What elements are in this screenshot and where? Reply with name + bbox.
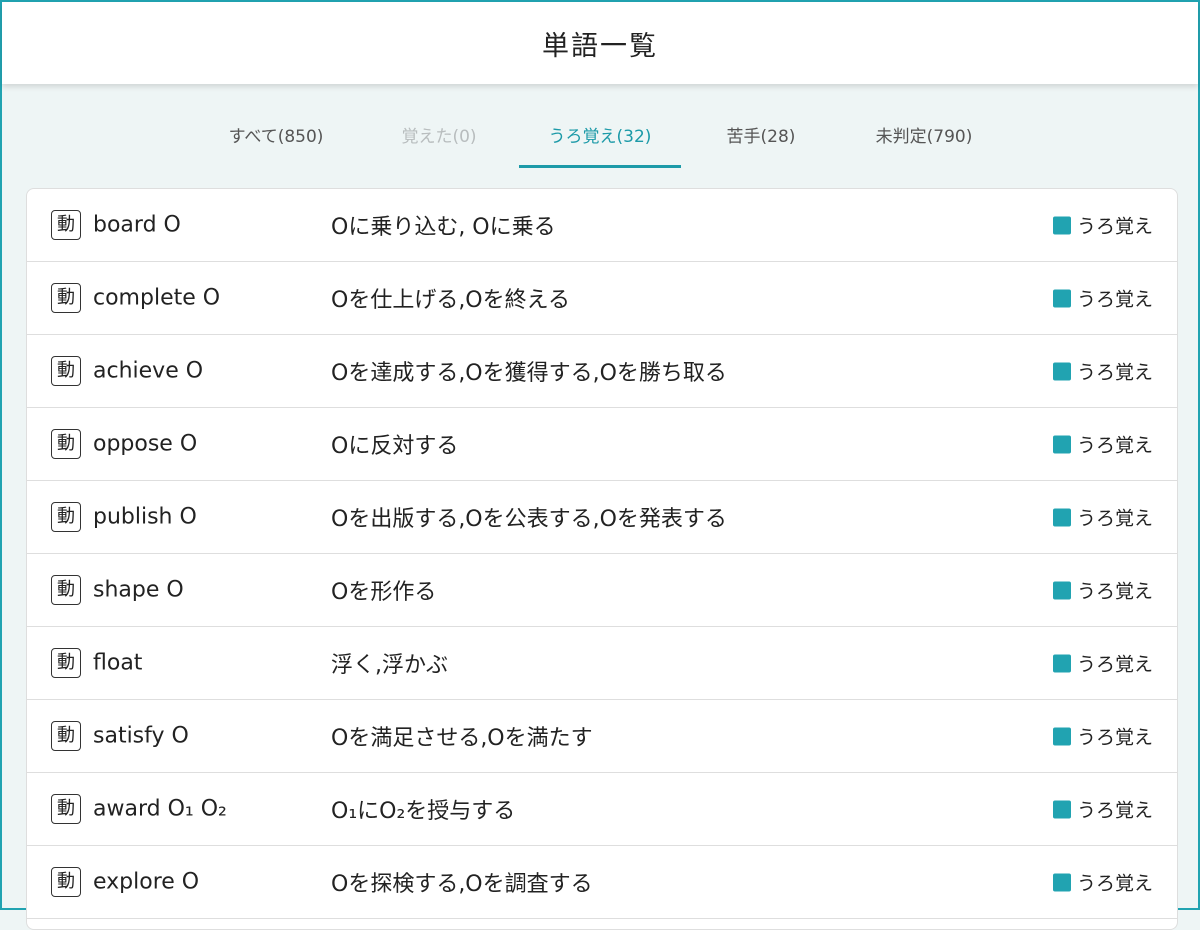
word-text: achieve O: [93, 358, 204, 384]
status-square-icon: [1052, 289, 1071, 307]
word-meaning: Oを達成する,Oを獲得する,Oを勝ち取る: [331, 361, 727, 386]
status-square-icon: [1052, 581, 1071, 599]
word-meaning: Oに乗り込む, Oに乗る: [331, 215, 556, 240]
status-square-icon: [1052, 508, 1071, 526]
word-row[interactable]: 動 publish O Oを出版する,Oを公表する,Oを発表する うろ覚え: [27, 481, 1177, 554]
status-button[interactable]: うろ覚え: [1052, 723, 1153, 750]
filter-tabs: すべて(850) 覚えた(0) うろ覚え(32) 苦手(28) 未判定(790): [2, 106, 1198, 170]
status-square-icon: [1052, 873, 1071, 891]
status-square-icon: [1052, 435, 1071, 453]
word-list: 動 board O Oに乗り込む, Oに乗る うろ覚え 動 complete O…: [26, 188, 1178, 930]
word-row[interactable]: 動 award O₁ O₂ O₁にO₂を授与する うろ覚え: [27, 773, 1177, 846]
status-square-icon: [1052, 800, 1071, 818]
part-of-speech-badge: 動: [51, 721, 81, 751]
word-text: complete O: [93, 285, 221, 311]
word-row[interactable]: 動 oppose O Oに反対する うろ覚え: [27, 408, 1177, 481]
word-row[interactable]: 動 float 浮く,浮かぶ うろ覚え: [27, 627, 1177, 700]
page-title: 単語一覧: [542, 30, 658, 62]
part-of-speech-badge: 動: [51, 356, 81, 386]
word-text: publish O: [93, 504, 197, 530]
word-meaning: Oを形作る: [331, 580, 437, 605]
status-label: うろ覚え: [1076, 361, 1153, 384]
word-row[interactable]: 動 explore O Oを探検する,Oを調査する うろ覚え: [27, 846, 1177, 919]
part-of-speech-badge: 動: [51, 210, 81, 240]
word-text: oppose O: [93, 431, 198, 457]
status-label: うろ覚え: [1076, 215, 1153, 238]
status-button[interactable]: うろ覚え: [1052, 212, 1153, 239]
status-button[interactable]: うろ覚え: [1052, 431, 1153, 458]
part-of-speech-badge: 動: [51, 502, 81, 532]
status-label: うろ覚え: [1076, 872, 1153, 895]
word-text: award O₁ O₂: [93, 796, 227, 822]
word-row[interactable]: 動 satisfy O Oを満足させる,Oを満たす うろ覚え: [27, 700, 1177, 773]
word-text: satisfy O: [93, 723, 189, 749]
tab-undecided[interactable]: 未判定(790): [852, 106, 996, 168]
word-meaning: 浮く,浮かぶ: [331, 653, 448, 678]
word-row[interactable]: 動 board O Oに乗り込む, Oに乗る うろ覚え: [27, 189, 1177, 262]
status-label: うろ覚え: [1076, 288, 1153, 311]
status-label: うろ覚え: [1076, 434, 1153, 457]
status-label: うろ覚え: [1076, 653, 1153, 676]
status-square-icon: [1052, 362, 1071, 380]
status-button[interactable]: うろ覚え: [1052, 358, 1153, 385]
app-header: 単語一覧: [2, 2, 1198, 84]
part-of-speech-badge: 動: [51, 648, 81, 678]
tab-all[interactable]: すべて(850): [208, 106, 344, 168]
status-button[interactable]: うろ覚え: [1052, 869, 1153, 896]
status-square-icon: [1052, 727, 1071, 745]
status-label: うろ覚え: [1076, 799, 1153, 822]
part-of-speech-badge: 動: [51, 575, 81, 605]
word-meaning: Oを満足させる,Oを満たす: [331, 726, 593, 751]
tab-weak[interactable]: 苦手(28): [702, 106, 820, 168]
status-button[interactable]: うろ覚え: [1052, 577, 1153, 604]
word-text: board O: [93, 212, 181, 238]
status-square-icon: [1052, 654, 1071, 672]
status-button[interactable]: うろ覚え: [1052, 285, 1153, 312]
status-label: うろ覚え: [1076, 580, 1153, 603]
status-label: うろ覚え: [1076, 726, 1153, 749]
word-row[interactable]: 動 achieve O Oを達成する,Oを獲得する,Oを勝ち取る うろ覚え: [27, 335, 1177, 408]
part-of-speech-badge: 動: [51, 794, 81, 824]
word-row[interactable]: 動 shape O Oを形作る うろ覚え: [27, 554, 1177, 627]
status-square-icon: [1052, 216, 1071, 234]
part-of-speech-badge: 動: [51, 867, 81, 897]
status-label: うろ覚え: [1076, 507, 1153, 530]
word-text: explore O: [93, 869, 200, 895]
part-of-speech-badge: 動: [51, 283, 81, 313]
word-meaning: Oに反対する: [331, 434, 459, 459]
word-text: shape O: [93, 577, 184, 603]
part-of-speech-badge: 動: [51, 429, 81, 459]
word-meaning: Oを探検する,Oを調査する: [331, 872, 593, 897]
word-meaning: Oを仕上げる,Oを終える: [331, 288, 570, 313]
word-row[interactable]: 動 complete O Oを仕上げる,Oを終える うろ覚え: [27, 262, 1177, 335]
status-button[interactable]: うろ覚え: [1052, 650, 1153, 677]
status-button[interactable]: うろ覚え: [1052, 796, 1153, 823]
tab-vague[interactable]: うろ覚え(32): [519, 106, 681, 168]
status-button[interactable]: うろ覚え: [1052, 504, 1153, 531]
word-meaning: Oを出版する,Oを公表する,Oを発表する: [331, 507, 727, 532]
word-text: float: [93, 650, 143, 676]
tab-memorized[interactable]: 覚えた(0): [374, 106, 504, 168]
word-meaning: O₁にO₂を授与する: [331, 799, 516, 824]
